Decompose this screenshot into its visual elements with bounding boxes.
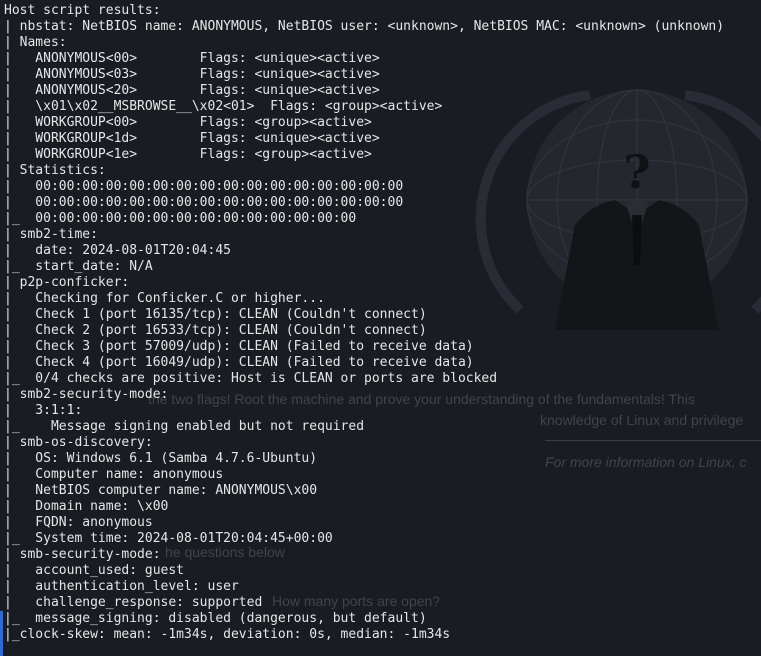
- output-line: | date: 2024-08-01T20:04:45: [4, 243, 231, 258]
- output-line: | Check 1 (port 16135/tcp): CLEAN (Could…: [4, 307, 427, 322]
- output-line: | Check 4 (port 16049/udp): CLEAN (Faile…: [4, 355, 474, 370]
- output-line: | account_used: guest: [4, 563, 185, 578]
- output-line: | p2p-conficker:: [4, 275, 130, 290]
- output-line: | ANONYMOUS<20> Flags: <unique><active>: [4, 83, 380, 98]
- terminal-selection-bar: [0, 611, 3, 656]
- output-line: | smb-security-mode:: [4, 547, 161, 562]
- output-line: | FQDN: anonymous: [4, 515, 153, 530]
- output-line: | Checking for Conficker.C or higher...: [4, 291, 325, 306]
- output-line: | nbstat: NetBIOS name: ANONYMOUS, NetBI…: [4, 19, 725, 34]
- output-line: |_ Message signing enabled but not requi…: [4, 419, 365, 434]
- output-line: | ANONYMOUS<03> Flags: <unique><active>: [4, 67, 380, 82]
- output-line: | ANONYMOUS<00> Flags: <unique><active>: [4, 51, 380, 66]
- output-line: | Check 2 (port 16533/tcp): CLEAN (Could…: [4, 323, 427, 338]
- output-line: | OS: Windows 6.1 (Samba 4.7.6-Ubuntu): [4, 451, 318, 466]
- output-line: | 00:00:00:00:00:00:00:00:00:00:00:00:00…: [4, 179, 404, 194]
- output-line: |_ message_signing: disabled (dangerous,…: [4, 611, 427, 626]
- output-line: |_ start_date: N/A: [4, 259, 153, 274]
- terminal-window[interactable]: ? the two flags! Root the machine and pr…: [0, 0, 761, 656]
- output-line: | authentication_level: user: [4, 579, 239, 594]
- output-line: | Domain name: \x00: [4, 499, 169, 514]
- output-line: | WORKGROUP<00> Flags: <group><active>: [4, 115, 372, 130]
- output-line: | 3:1:1:: [4, 403, 83, 418]
- output-line: | smb2-security-mode:: [4, 387, 169, 402]
- output-line: | 00:00:00:00:00:00:00:00:00:00:00:00:00…: [4, 195, 404, 210]
- output-line: | WORKGROUP<1d> Flags: <unique><active>: [4, 131, 380, 146]
- terminal-output[interactable]: Host script results: | nbstat: NetBIOS na…: [4, 3, 724, 643]
- output-line: | \x01\x02__MSBROWSE__\x02<01> Flags: <g…: [4, 99, 443, 114]
- output-line: |_ 0/4 checks are positive: Host is CLEA…: [4, 371, 498, 386]
- output-line: | Computer name: anonymous: [4, 467, 224, 482]
- output-line: | smb2-time:: [4, 227, 98, 242]
- output-line: | WORKGROUP<1e> Flags: <group><active>: [4, 147, 372, 162]
- output-line: | challenge_response: supported: [4, 595, 263, 610]
- output-line: | Names:: [4, 35, 67, 50]
- output-line: |_clock-skew: mean: -1m34s, deviation: 0…: [4, 627, 451, 642]
- output-line: | Check 3 (port 57009/udp): CLEAN (Faile…: [4, 339, 474, 354]
- output-line: | Statistics:: [4, 163, 106, 178]
- output-line: |_ System time: 2024-08-01T20:04:45+00:0…: [4, 531, 333, 546]
- output-line: | NetBIOS computer name: ANONYMOUS\x00: [4, 483, 318, 498]
- output-line: | smb-os-discovery:: [4, 435, 153, 450]
- output-line: |_ 00:00:00:00:00:00:00:00:00:00:00:00:0…: [4, 211, 357, 226]
- output-header-line: Host script results:: [4, 3, 161, 18]
